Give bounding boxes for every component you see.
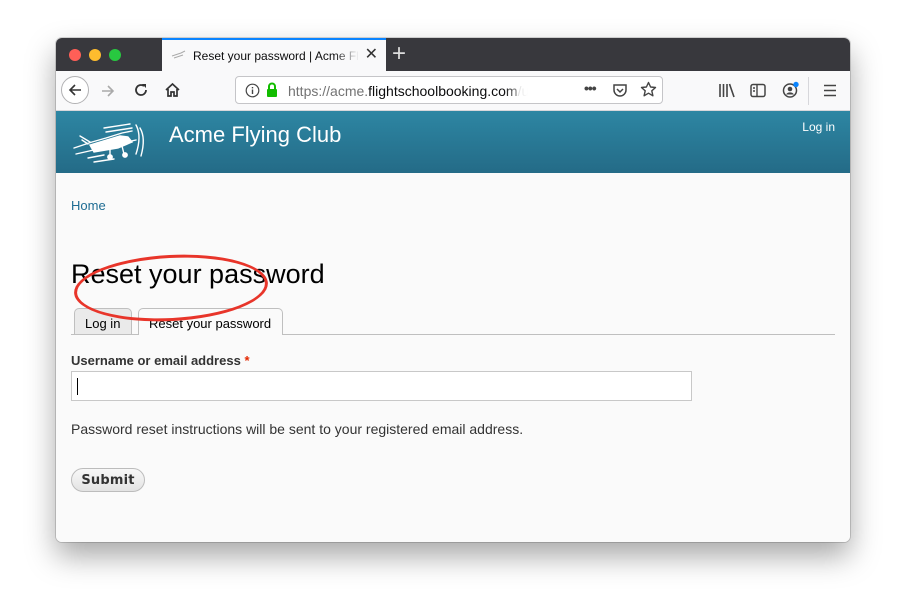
required-marker: * <box>244 353 250 368</box>
arrow-right-icon <box>102 85 115 97</box>
zoom-window-button[interactable] <box>109 49 121 61</box>
tab-log-in[interactable]: Log in <box>74 308 132 334</box>
more-icon[interactable]: ••• <box>584 80 597 96</box>
account-icon[interactable] <box>782 81 800 104</box>
tab-strip: Reset your password | Acme Flying Club ✕… <box>56 38 850 71</box>
navigation-toolbar: https://acme.flightschoolbooking.com/use… <box>56 71 850 111</box>
info-icon[interactable] <box>245 83 260 103</box>
url-domain: flightschoolbooking.com <box>368 83 518 99</box>
field-help-text: Password reset instructions will be sent… <box>71 421 524 437</box>
sidebar-icon[interactable] <box>750 83 766 103</box>
arrow-left-icon <box>68 84 81 96</box>
airplane-logo-icon[interactable] <box>70 122 152 164</box>
lock-icon[interactable] <box>266 82 278 103</box>
toolbar-separator <box>808 77 809 105</box>
library-icon[interactable] <box>718 83 736 103</box>
home-icon <box>165 82 180 97</box>
submit-button[interactable]: Submit <box>71 468 145 492</box>
star-icon[interactable] <box>640 81 657 103</box>
close-window-button[interactable] <box>69 49 81 61</box>
username-field-label: Username or email address * <box>71 353 250 368</box>
url-text[interactable]: https://acme.flightschoolbooking.com/use… <box>288 83 528 99</box>
back-button[interactable] <box>61 76 89 104</box>
close-icon[interactable]: ✕ <box>365 46 378 64</box>
url-bar[interactable]: https://acme.flightschoolbooking.com/use… <box>235 76 663 104</box>
tab-reset-password[interactable]: Reset your password <box>138 308 283 335</box>
site-header: Acme Flying Club Log in <box>56 111 850 173</box>
forward-button[interactable] <box>100 83 116 104</box>
url-path: /user/password <box>517 83 528 99</box>
breadcrumb-home[interactable]: Home <box>71 198 106 213</box>
pocket-icon[interactable] <box>612 82 628 103</box>
username-email-input[interactable] <box>71 371 692 401</box>
airplane-icon <box>171 49 187 61</box>
site-name[interactable]: Acme Flying Club <box>169 122 341 148</box>
home-button[interactable] <box>164 82 181 103</box>
page-tabs: Log in Reset your password <box>71 308 835 335</box>
text-caret <box>77 378 78 395</box>
url-scheme: https:// <box>288 83 331 99</box>
field-label-text: Username or email address <box>71 353 241 368</box>
reload-button[interactable] <box>133 82 149 103</box>
browser-tab[interactable]: Reset your password | Acme Flying Club ✕ <box>162 38 386 71</box>
menu-icon[interactable] <box>823 84 837 102</box>
browser-window: Reset your password | Acme Flying Club ✕… <box>56 38 850 542</box>
plus-icon[interactable]: + <box>392 40 406 68</box>
tab-title: Reset your password | Acme Flying Club <box>193 49 359 63</box>
url-subdomain: acme. <box>330 83 369 99</box>
header-login-link[interactable]: Log in <box>802 120 835 134</box>
minimize-window-button[interactable] <box>89 49 101 61</box>
main-content: Home Reset your password Log in Reset yo… <box>56 173 850 542</box>
page-title: Reset your password <box>71 259 325 289</box>
reload-icon <box>135 84 147 96</box>
